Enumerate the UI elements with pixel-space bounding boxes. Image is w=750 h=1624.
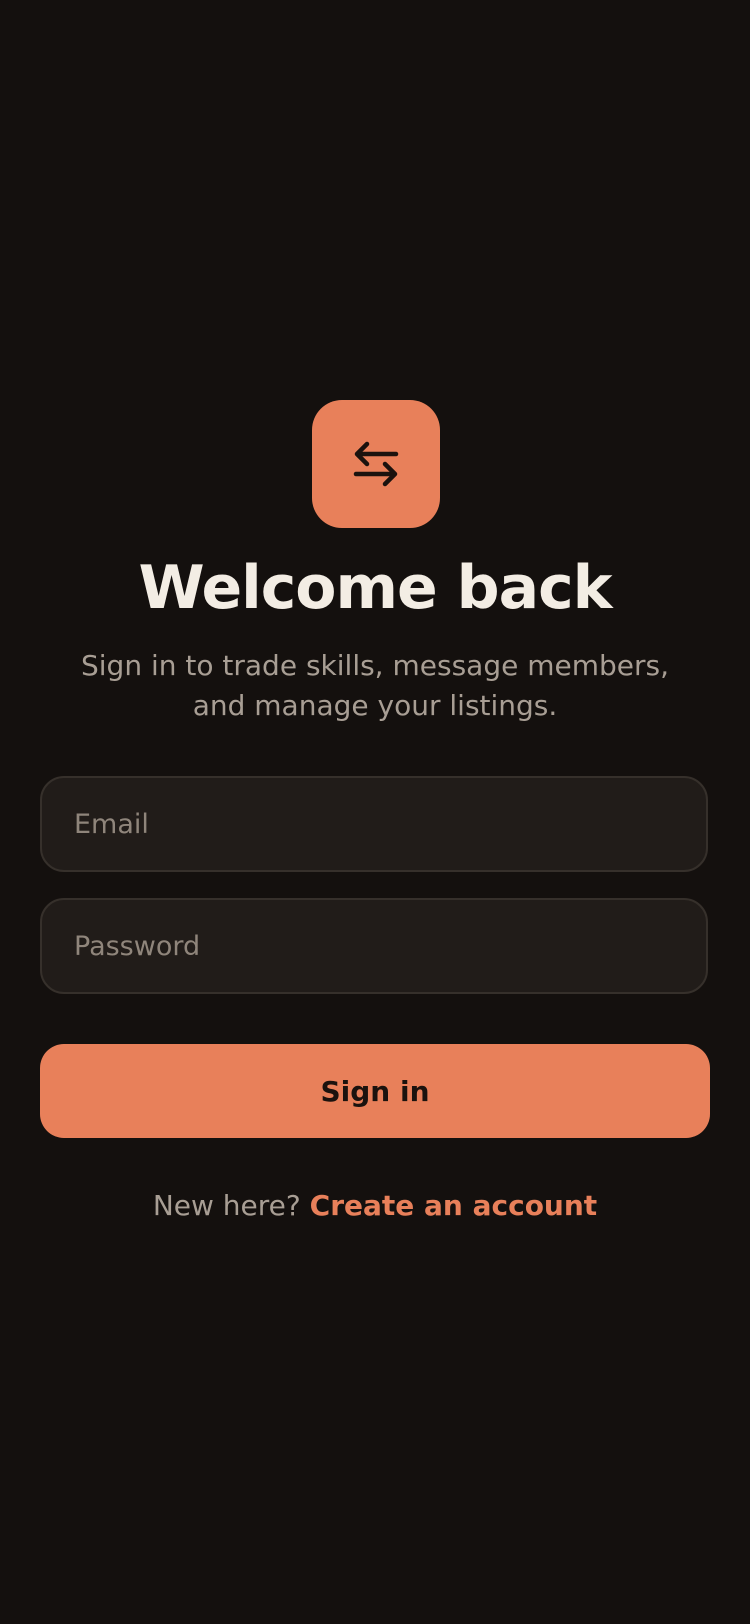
page-title: Welcome back bbox=[138, 553, 612, 623]
password-field[interactable] bbox=[40, 898, 708, 994]
create-account-prompt: New here? Create an account bbox=[0, 1186, 750, 1226]
sign-in-screen: Welcome back Sign in to trade skills, me… bbox=[0, 0, 750, 1624]
email-field[interactable] bbox=[40, 776, 708, 872]
app-logo bbox=[312, 400, 440, 528]
new-here-text: New here? bbox=[152, 1189, 301, 1222]
page-subtitle: Sign in to trade skills, message members… bbox=[81, 649, 669, 722]
email-input[interactable] bbox=[42, 778, 706, 870]
swap-arrows-icon bbox=[350, 438, 402, 490]
password-input[interactable] bbox=[42, 900, 706, 992]
create-account-link[interactable]: Create an account bbox=[310, 1189, 598, 1222]
sign-in-button[interactable]: Sign in bbox=[40, 1044, 710, 1138]
